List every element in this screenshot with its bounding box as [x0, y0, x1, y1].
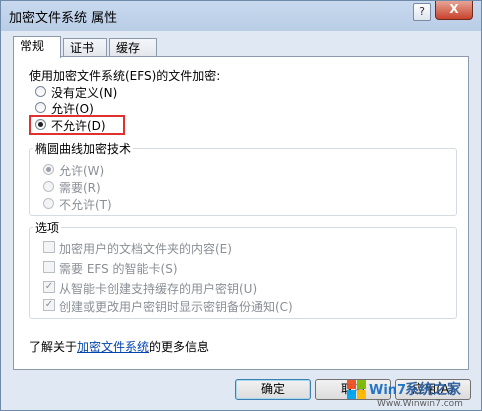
- checkbox-require-smartcard[interactable]: [43, 261, 55, 273]
- tab-cache[interactable]: 缓存: [109, 38, 157, 56]
- highlight-box: [29, 115, 125, 135]
- title-bar[interactable]: 加密文件系统 属性 ? X: [1, 1, 481, 31]
- help-button[interactable]: ?: [413, 3, 431, 21]
- checkbox-backup-notification[interactable]: ✓: [43, 299, 55, 311]
- tab-general-label: 常规: [20, 39, 45, 53]
- efs-help-link[interactable]: 加密文件系统: [77, 340, 149, 354]
- radio-ecc-require[interactable]: [43, 181, 54, 192]
- radio-ecc-require-label: 需要(R): [59, 181, 101, 195]
- radio-ecc-do-not-allow[interactable]: [43, 198, 54, 209]
- tab-general[interactable]: 常规: [13, 36, 61, 58]
- ok-button[interactable]: 确定: [235, 379, 311, 400]
- properties-dialog: 加密文件系统 属性 ? X 常规 证书 缓存 使用加密文件系统(EFS)的文件加…: [0, 0, 482, 411]
- ecc-group-title: 椭圆曲线加密技术: [33, 140, 134, 157]
- window-title: 加密文件系统 属性: [9, 11, 118, 26]
- checkbox-backup-notification-label: 创建或更改用户密钥时显示密钥备份通知(C): [59, 300, 293, 314]
- radio-ecc-allow[interactable]: [43, 164, 54, 175]
- close-button[interactable]: X: [435, 1, 473, 20]
- tab-certificates-label: 证书: [70, 41, 95, 55]
- info-line: 了解关于加密文件系统的更多信息: [29, 338, 209, 355]
- watermark-text: 系统之家: [405, 381, 462, 398]
- radio-not-defined-label: 没有定义(N): [51, 86, 118, 100]
- checkbox-require-smartcard-label: 需要 EFS 的智能卡(S): [59, 262, 178, 276]
- radio-ecc-allow-label: 允许(W): [59, 164, 105, 178]
- info-suffix: 的更多信息: [149, 340, 210, 354]
- watermark-brand: Win7: [369, 383, 406, 398]
- checkbox-smartcard-cache[interactable]: ✓: [43, 281, 55, 293]
- efs-heading: 使用加密文件系统(EFS)的文件加密:: [29, 69, 221, 83]
- radio-allow[interactable]: [35, 102, 46, 113]
- radio-not-defined[interactable]: [35, 86, 46, 97]
- tab-cache-label: 缓存: [116, 41, 141, 55]
- watermark-url: Www.Winwin7.com: [377, 399, 463, 408]
- checkbox-smartcard-cache-label: 从智能卡创建支持缓存的用户密钥(U): [59, 282, 258, 296]
- windows-flag-icon: Win7 系统之家 Www.Winwin7.com: [347, 380, 463, 409]
- radio-ecc-do-not-allow-label: 不允许(T): [59, 198, 112, 212]
- tab-certificates[interactable]: 证书: [63, 38, 107, 56]
- info-prefix: 了解关于: [29, 340, 78, 354]
- checkbox-encrypt-documents-label: 加密用户的文档文件夹的内容(E): [59, 242, 232, 256]
- checkbox-encrypt-documents[interactable]: [43, 241, 55, 253]
- options-group-title: 选项: [33, 219, 62, 236]
- watermark-logo: Win7 系统之家 Www.Winwin7.com: [345, 376, 477, 409]
